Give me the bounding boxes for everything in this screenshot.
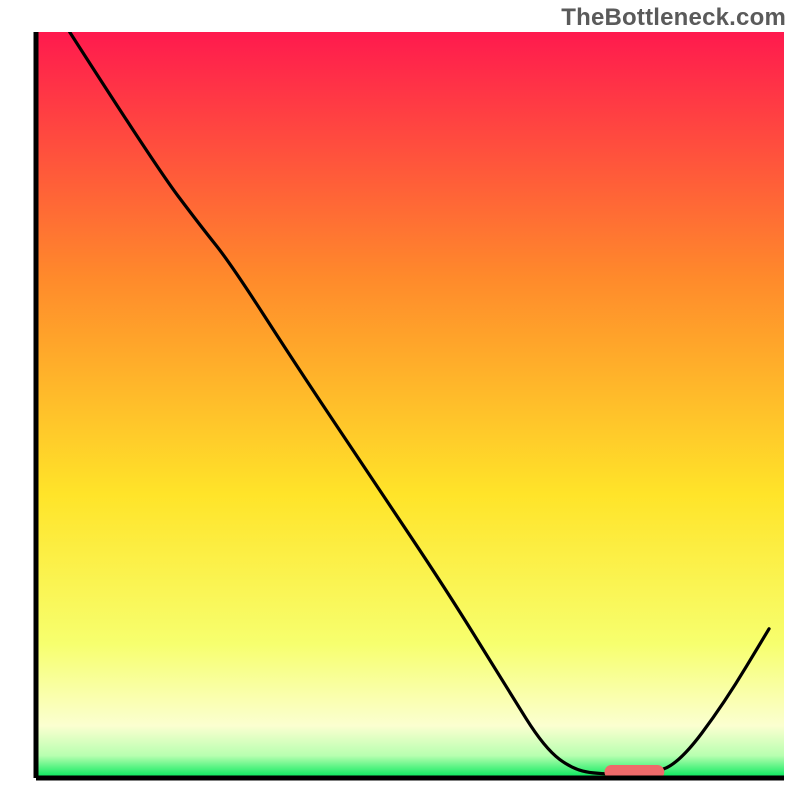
bottleneck-chart: [0, 0, 800, 800]
plot-area: [36, 32, 784, 779]
chart-frame: TheBottleneck.com: [0, 0, 800, 800]
gradient-background: [36, 32, 784, 778]
